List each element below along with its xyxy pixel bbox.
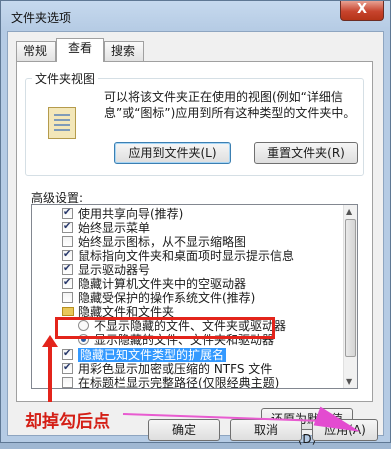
apply-to-folders-button[interactable]: 应用到文件夹(L): [114, 142, 231, 164]
checkbox[interactable]: [62, 206, 73, 220]
folder-options-window: 文件夹选项 X 常规 查看 搜索 文件夹视图 可以将该文件夹正在使用的视图(例如…: [0, 0, 391, 446]
dialog-client-area: 常规 查看 搜索 文件夹视图 可以将该文件夹正在使用的视图(例如“详细信息”或“…: [7, 31, 384, 446]
window-title: 文件夹选项: [11, 11, 72, 25]
checkbox[interactable]: [62, 361, 73, 375]
checkbox[interactable]: [62, 347, 73, 361]
close-icon: X: [356, 2, 368, 17]
advanced-settings-list[interactable]: 使用共享向导(推荐) 始终显示菜单 始终显示图标，从不显示缩略图 鼠标指向文件夹…: [31, 204, 358, 389]
scroll-down-icon[interactable]: ▼: [346, 377, 352, 386]
folder-views-group: 文件夹视图 可以将该文件夹正在使用的视图(例如“详细信息”或“图标”)应用到所有…: [25, 70, 364, 176]
checkbox[interactable]: [62, 292, 73, 303]
checkbox[interactable]: [62, 377, 73, 388]
list-item-label: 隐藏受保护的操作系统文件(推荐): [78, 291, 256, 305]
list-item-label: 在标题栏显示完整路径(仅限经典主题): [78, 376, 280, 389]
folder-views-description: 可以将该文件夹正在使用的视图(例如“详细信息”或“图标”)应用到所有这种类型的文…: [104, 90, 356, 120]
list-item-label: 鼠标指向文件夹和桌面项时显示提示信息: [78, 249, 295, 263]
annotation-text: 却掉勾后点: [25, 412, 110, 432]
tab-view[interactable]: 查看: [56, 38, 104, 62]
title-bar[interactable]: 文件夹选项 X: [1, 1, 390, 31]
tab-view-label: 查看: [67, 41, 92, 55]
list-item-label: 显示驱动器号: [78, 263, 151, 277]
list-item-label: 隐藏已知文件类型的扩展名: [78, 348, 227, 362]
cancel-button[interactable]: 取消: [230, 419, 302, 441]
checkbox[interactable]: [62, 236, 73, 247]
tab-search-label: 搜索: [111, 44, 136, 58]
list-item-label: 始终显示菜单: [78, 221, 151, 235]
tab-search[interactable]: 搜索: [104, 41, 144, 61]
tab-general[interactable]: 常规: [16, 41, 56, 61]
reset-folders-button[interactable]: 重置文件夹(R): [254, 142, 358, 164]
highlight-annotation-box: [55, 317, 275, 339]
folder-views-title: 文件夹视图: [32, 70, 99, 87]
checkbox[interactable]: [62, 248, 73, 262]
vertical-scrollbar[interactable]: ▲ ▼: [343, 205, 357, 388]
list-item-label: 始终显示图标，从不显示缩略图: [78, 235, 247, 249]
tab-general-label: 常规: [23, 44, 48, 58]
list-item-selected[interactable]: 隐藏已知文件类型的扩展名: [62, 347, 227, 362]
view-tab-panel: 文件夹视图 可以将该文件夹正在使用的视图(例如“详细信息”或“图标”)应用到所有…: [16, 61, 373, 446]
scroll-up-icon[interactable]: ▲: [346, 207, 352, 216]
list-item-label: 用彩色显示加密或压缩的 NTFS 文件: [78, 362, 273, 376]
checkbox[interactable]: [62, 262, 73, 276]
annotation-arrow-shaft: [48, 345, 52, 402]
checkbox[interactable]: [62, 276, 73, 290]
folder-view-icon: [48, 107, 76, 139]
checkbox[interactable]: [62, 220, 73, 234]
folder-icon: [62, 307, 74, 316]
scroll-thumb[interactable]: [345, 219, 356, 357]
ok-button[interactable]: 确定: [148, 419, 220, 441]
list-item-label: 隐藏计算机文件夹中的空驱动器: [78, 277, 247, 291]
list-item-label: 使用共享向导(推荐): [78, 207, 184, 221]
close-button[interactable]: X: [340, 1, 384, 21]
